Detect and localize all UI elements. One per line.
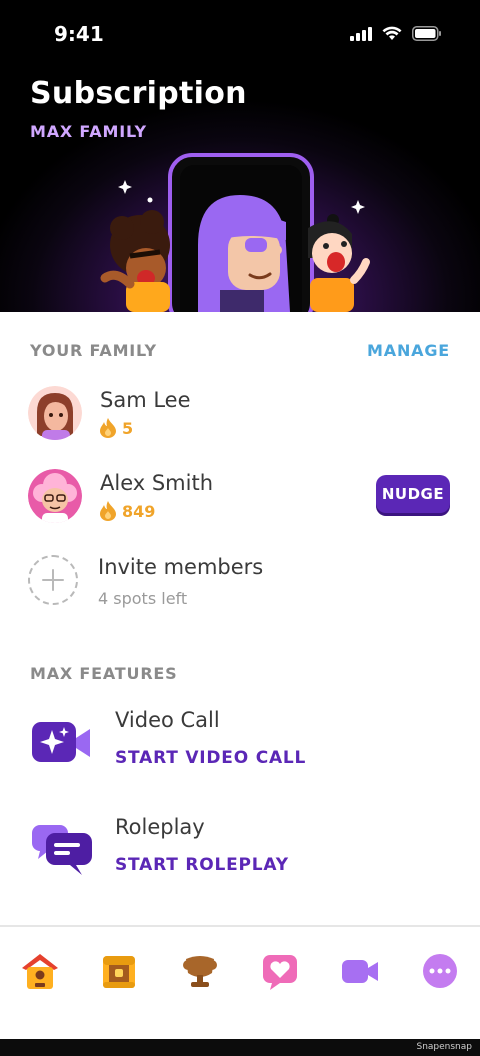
- tab-video[interactable]: [338, 949, 382, 993]
- family-section-header: YOUR FAMILY MANAGE: [30, 341, 450, 360]
- tab-home[interactable]: [18, 949, 62, 993]
- manage-button[interactable]: MANAGE: [367, 341, 450, 360]
- family-member-row[interactable]: Alex Smith 849 NUDGE: [28, 469, 452, 525]
- start-video-call-button[interactable]: START VIDEO CALL: [115, 748, 306, 768]
- watermark: Snapensnap: [416, 1042, 472, 1052]
- feature-title: Video Call: [115, 708, 220, 732]
- hero-header: 9:41 Subscription MAX FAMILY: [0, 0, 480, 312]
- home-icon: [22, 954, 58, 989]
- start-roleplay-button[interactable]: START ROLEPLAY: [115, 855, 289, 875]
- streak-value: 5: [122, 418, 134, 438]
- avatar: [28, 386, 82, 440]
- status-icons: [350, 26, 442, 41]
- page-title: Subscription: [30, 76, 247, 111]
- status-time: 9:41: [54, 22, 104, 46]
- treasure-chest-icon: [103, 956, 135, 988]
- streak-value: 849: [122, 501, 156, 521]
- flame-icon: [100, 418, 116, 438]
- battery-icon: [412, 26, 441, 41]
- plan-name: MAX FAMILY: [30, 122, 147, 141]
- feature-roleplay[interactable]: Roleplay START ROLEPLAY: [30, 815, 450, 885]
- tab-more[interactable]: [418, 949, 462, 993]
- section-label-family: YOUR FAMILY: [30, 341, 157, 360]
- trophy-icon: [183, 956, 217, 987]
- invite-members-row[interactable]: Invite members 4 spots left: [28, 555, 452, 611]
- family-illustration: [100, 153, 370, 312]
- nudge-button[interactable]: NUDGE: [376, 475, 450, 513]
- family-member-row[interactable]: Sam Lee 5: [28, 386, 452, 442]
- tab-leaderboard[interactable]: [178, 949, 222, 993]
- invite-spots-left: 4 spots left: [98, 589, 188, 608]
- tab-practice[interactable]: [258, 949, 302, 993]
- chat-bubbles-icon: [32, 825, 92, 875]
- flame-icon: [100, 501, 116, 521]
- subscription-screen: 9:41 Subscription MAX FAMILY YOUR FAMILY…: [0, 0, 480, 1056]
- avatar: [28, 469, 82, 523]
- footer-strip: Snapensnap: [0, 1039, 480, 1056]
- video-icon: [342, 960, 378, 983]
- streak-counter: 849: [100, 501, 155, 521]
- status-bar: 9:41: [0, 0, 480, 70]
- bottom-tab-bar: [0, 927, 480, 1039]
- signal-icon: [350, 26, 372, 41]
- video-sparkle-icon: [32, 722, 90, 762]
- tab-chest[interactable]: [97, 949, 141, 993]
- more-icon: [423, 954, 457, 988]
- features-section-header: MAX FEATURES: [30, 664, 450, 683]
- feature-video-call[interactable]: Video Call START VIDEO CALL: [30, 708, 450, 778]
- heart-chat-icon: [263, 955, 297, 990]
- feature-title: Roleplay: [115, 815, 205, 839]
- member-name: Sam Lee: [100, 388, 191, 412]
- streak-counter: 5: [100, 418, 133, 438]
- add-member-icon: [28, 555, 78, 605]
- wifi-icon: [382, 26, 402, 40]
- member-name: Alex Smith: [100, 471, 214, 495]
- section-label-features: MAX FEATURES: [30, 664, 178, 683]
- invite-title: Invite members: [98, 555, 264, 579]
